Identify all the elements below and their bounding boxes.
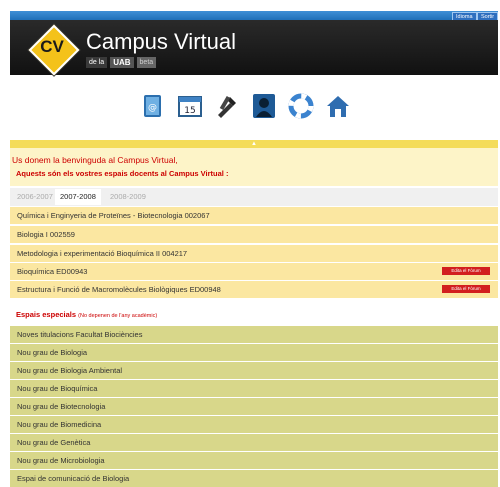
- tab-2008-2009[interactable]: 2008-2009: [105, 189, 151, 205]
- brand-subtitle: de la UAB beta: [86, 57, 157, 68]
- special-item: Nou grau de Biologia: [17, 348, 88, 357]
- course-row[interactable]: Biologia I 002559: [10, 226, 498, 243]
- top-bar: [10, 11, 498, 20]
- profile-icon[interactable]: [251, 93, 277, 119]
- special-title: Espais especials: [16, 310, 77, 319]
- special-spaces-heading: Espais especials (No depenen de l'any ac…: [16, 310, 157, 319]
- svg-text:@: @: [148, 103, 157, 113]
- special-row[interactable]: Nou grau de Genètica: [10, 434, 498, 451]
- course-name: Biologia I 002559: [17, 230, 75, 239]
- course-name: Estructura i Funció de Macromolècules Bi…: [17, 285, 221, 294]
- special-item: Noves titulacions Facultat Biociències: [17, 330, 143, 339]
- svg-text:15: 15: [184, 106, 195, 116]
- welcome-panel: [10, 148, 498, 186]
- special-item: Nou grau de Biologia Ambiental: [17, 366, 123, 375]
- tab-2006-2007[interactable]: 2006-2007: [12, 189, 58, 205]
- calendar-icon[interactable]: 15: [177, 93, 203, 119]
- course-action-button[interactable]: Edita el Fòrum: [442, 285, 490, 293]
- tools-icon[interactable]: [214, 93, 240, 119]
- welcome-message: Us donem la benvinguda al Campus Virtual…: [12, 155, 178, 165]
- collapse-arrow-icon[interactable]: ▲: [251, 141, 257, 147]
- special-row[interactable]: Nou grau de Biologia: [10, 344, 498, 361]
- brand-sub-beta: beta: [136, 57, 157, 68]
- special-note: (No depenen de l'any acadèmic): [78, 313, 158, 319]
- special-row[interactable]: Nou grau de Bioquímica: [10, 380, 498, 397]
- course-action-button[interactable]: Edita el Fòrum: [442, 267, 490, 275]
- brand-sub-prefix: de la: [86, 57, 108, 68]
- course-name: Química i Enginyeria de Proteïnes - Biot…: [17, 211, 210, 220]
- course-row[interactable]: Estructura i Funció de Macromolècules Bi…: [10, 281, 498, 298]
- brand-title: Campus Virtual: [86, 29, 236, 54]
- course-name: Bioquímica ED00943: [17, 267, 88, 276]
- tool-icons: @ 15: [140, 93, 360, 123]
- course-row[interactable]: Química i Enginyeria de Proteïnes - Biot…: [10, 207, 498, 224]
- brand-sub-uab: UAB: [110, 57, 134, 68]
- special-row[interactable]: Noves titulacions Facultat Biociències: [10, 326, 498, 343]
- agenda-icon[interactable]: @: [140, 93, 166, 119]
- special-row[interactable]: Nou grau de Biomedicina: [10, 416, 498, 433]
- site-header: [10, 20, 498, 75]
- special-item: Nou grau de Bioquímica: [17, 384, 98, 393]
- help-ring-icon[interactable]: [288, 93, 314, 119]
- home-icon[interactable]: [325, 93, 351, 119]
- special-item: Nou grau de Biotecnologia: [17, 402, 106, 411]
- special-row[interactable]: Nou grau de Biotecnologia: [10, 398, 498, 415]
- special-item: Espai de comunicació de Biologia: [17, 474, 130, 483]
- special-row[interactable]: Nou grau de Microbiologia: [10, 452, 498, 469]
- welcome-subtitle: Aquests són els vostres espais docents a…: [16, 169, 229, 178]
- campus-logo[interactable]: CV: [28, 24, 80, 76]
- special-row[interactable]: Espai de comunicació de Biologia: [10, 470, 498, 487]
- tab-2007-2008[interactable]: 2007-2008: [55, 189, 101, 205]
- logo-text: CV: [40, 37, 64, 56]
- special-item: Nou grau de Biomedicina: [17, 420, 102, 429]
- course-row[interactable]: Metodologia i experimentació Bioquímica …: [10, 245, 498, 262]
- special-row[interactable]: Nou grau de Biologia Ambiental: [10, 362, 498, 379]
- course-name: Metodologia i experimentació Bioquímica …: [17, 249, 188, 258]
- special-item: Nou grau de Genètica: [17, 438, 91, 447]
- special-item: Nou grau de Microbiologia: [17, 456, 105, 465]
- course-row[interactable]: Bioquímica ED00943 Edita el Fòrum: [10, 263, 498, 280]
